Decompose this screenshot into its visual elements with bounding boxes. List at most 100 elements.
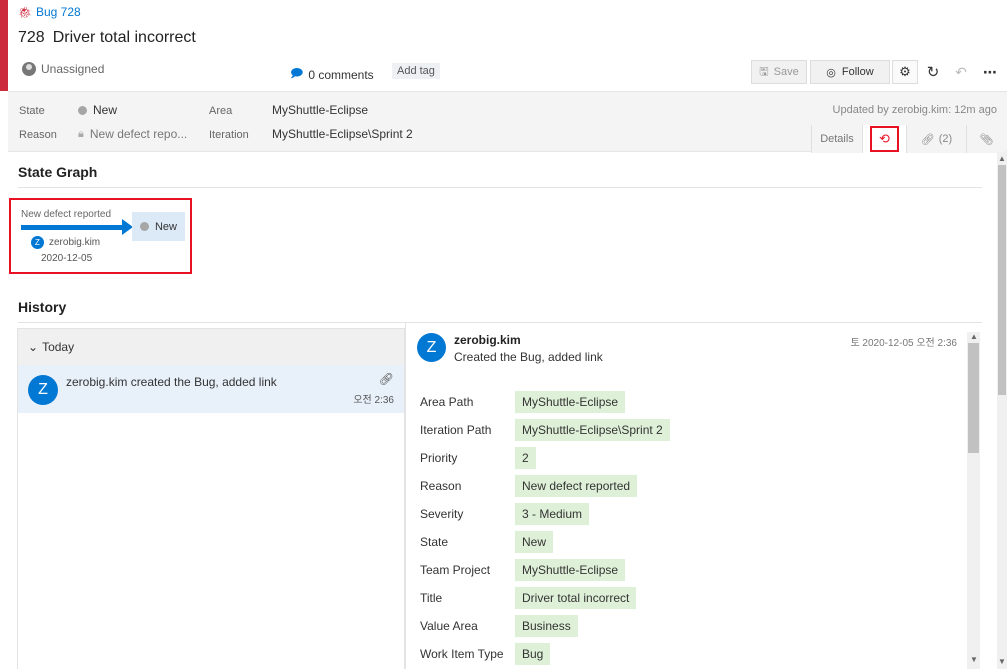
follow-label: Follow: [841, 66, 874, 78]
more-icon[interactable]: ⋯: [976, 60, 1004, 84]
tab-links[interactable]: 🔗︎ (2): [906, 125, 966, 153]
field-change-label: Iteration Path: [420, 423, 492, 437]
field-change-value: MyShuttle-Eclipse: [515, 559, 626, 581]
transition-user: Z zerobig.kim: [31, 236, 100, 249]
history-title: History: [18, 299, 67, 315]
field-change-label: State: [420, 535, 449, 549]
field-change-label: Value Area: [420, 619, 478, 633]
field-change-value: 2: [515, 447, 536, 469]
field-change-row: Area Path MyShuttle-Eclipse: [420, 390, 626, 414]
user-avatar: Z: [417, 333, 446, 362]
work-item-title[interactable]: Driver total incorrect: [53, 29, 196, 47]
area-value[interactable]: MyShuttle-Eclipse: [272, 103, 368, 117]
bug-icon: 🐞︎: [18, 6, 32, 19]
field-change-row: Team Project MyShuttle-Eclipse: [420, 558, 626, 582]
history-entry-text: zerobig.kim created the Bug, added link: [66, 375, 277, 389]
iteration-label: Iteration: [209, 129, 249, 141]
history-detail-scroll-thumb[interactable]: [968, 343, 979, 453]
save-icon: 🖫︎: [759, 65, 769, 78]
follow-button[interactable]: ◎ Follow: [810, 60, 890, 84]
history-icon: ⟲: [870, 126, 899, 152]
history-list: ⌄ Today Z zerobig.kim created the Bug, a…: [17, 328, 405, 669]
transition-date: 2020-12-05: [41, 253, 93, 264]
field-change-label: Reason: [420, 479, 462, 493]
reason-label: Reason: [19, 129, 57, 141]
fields-bar: State New Reason 🔒︎ New defect repo... A…: [8, 91, 1007, 153]
add-tag-button[interactable]: Add tag: [392, 63, 440, 79]
field-change-value: Driver total incorrect: [515, 587, 637, 609]
field-change-row: Title Driver total incorrect: [420, 586, 637, 610]
field-change-value: 3 - Medium: [515, 503, 590, 525]
page-scroll-thumb[interactable]: [998, 165, 1006, 395]
work-item-type-link[interactable]: 🐞︎ Bug 728: [18, 5, 81, 19]
state-graph: New defect reported New Z zerobig.kim 20…: [9, 198, 192, 274]
reason-field[interactable]: 🔒︎ New defect repo...: [78, 127, 187, 141]
state-node-label: New: [154, 220, 177, 233]
save-label: Save: [773, 66, 799, 78]
field-change-row: Severity 3 - Medium: [420, 502, 590, 526]
field-change-row: Reason New defect reported: [420, 474, 638, 498]
tab-details[interactable]: Details: [811, 125, 862, 153]
page-tabs: Details ⟲ 🔗︎ (2) 📎︎: [811, 125, 1006, 153]
state-node: New: [132, 212, 185, 241]
iteration-value[interactable]: MyShuttle-Eclipse\Sprint 2: [272, 127, 413, 141]
lock-icon: 🔒︎: [78, 127, 84, 140]
save-button[interactable]: 🖫︎ Save: [751, 60, 807, 84]
title-line: 728 Driver total incorrect: [18, 29, 196, 47]
comments-link[interactable]: 🗩︎ 0 comments: [290, 64, 374, 85]
field-change-label: Area Path: [420, 395, 474, 409]
field-change-value: MyShuttle-Eclipse\Sprint 2: [515, 419, 670, 441]
field-change-label: Team Project: [420, 563, 491, 577]
field-change-row: Iteration Path MyShuttle-Eclipse\Sprint …: [420, 418, 670, 442]
scroll-up-icon[interactable]: ▲: [970, 332, 978, 341]
transition-reason: New defect reported: [21, 209, 112, 220]
scroll-up-icon[interactable]: ▲: [998, 154, 1006, 163]
transition-arrow: [21, 225, 124, 230]
work-item-type-label: Bug 728: [35, 5, 81, 19]
history-group-label: Today: [42, 340, 75, 354]
links-count: (2): [938, 133, 953, 145]
gear-icon[interactable]: ⚙: [892, 60, 918, 84]
reason-value: New defect repo...: [89, 127, 188, 141]
comments-count: 0 comments: [308, 67, 374, 82]
work-item-id: 728: [18, 29, 45, 46]
state-label: State: [19, 105, 45, 117]
state-value: New: [93, 103, 118, 117]
field-change-row: Priority 2: [420, 446, 536, 470]
history-group-today[interactable]: ⌄ Today: [18, 329, 404, 365]
undo-icon[interactable]: ↶: [948, 60, 974, 84]
unassigned-avatar-icon: [22, 62, 36, 76]
history-detail-date: 토 2020-12-05 오전 2:36: [850, 338, 957, 349]
user-avatar: Z: [31, 236, 44, 249]
field-change-label: Priority: [420, 451, 458, 465]
comments-icon: 🗩︎: [290, 66, 304, 80]
tab-attachments[interactable]: 📎︎: [966, 125, 1006, 153]
assigned-to-field[interactable]: Unassigned: [22, 62, 104, 76]
updated-by-text: Updated by zerobig.kim: 12m ago: [832, 104, 997, 116]
field-change-row: Work Item Type Bug: [420, 642, 551, 666]
paperclip-icon: 📎︎: [979, 133, 994, 146]
tab-history[interactable]: ⟲: [862, 125, 906, 153]
state-field[interactable]: New: [78, 103, 117, 117]
field-change-label: Title: [420, 591, 443, 605]
eye-icon: ◎: [826, 66, 836, 79]
state-graph-title: State Graph: [18, 164, 98, 180]
history-entry[interactable]: Z zerobig.kim created the Bug, added lin…: [18, 365, 404, 413]
field-change-value: Bug: [515, 643, 551, 665]
history-detail-user: zerobig.kim: [454, 333, 521, 347]
scroll-down-icon[interactable]: ▼: [998, 657, 1006, 666]
field-change-value: New defect reported: [515, 475, 638, 497]
scroll-down-icon[interactable]: ▼: [970, 655, 978, 664]
state-dot-icon: [78, 105, 87, 115]
history-detail: Z zerobig.kim Created the Bug, added lin…: [405, 322, 982, 669]
field-change-value: Business: [515, 615, 578, 637]
refresh-icon[interactable]: ↻: [920, 60, 946, 84]
state-dot-icon: [139, 222, 149, 231]
divider: [18, 187, 982, 188]
link-icon: 🔗︎: [378, 372, 394, 386]
field-change-label: Severity: [420, 507, 464, 521]
user-avatar: Z: [28, 375, 58, 405]
field-change-label: Work Item Type: [420, 647, 504, 661]
chevron-down-icon: ⌄: [28, 340, 39, 354]
transition-user-name: zerobig.kim: [49, 237, 101, 248]
